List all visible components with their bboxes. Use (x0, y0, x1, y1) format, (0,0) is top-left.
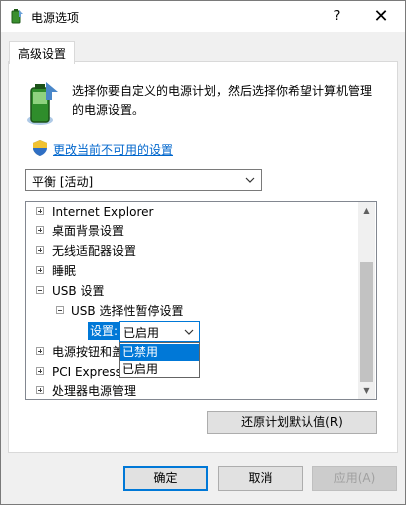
tree-item-label: PCI Express (52, 365, 122, 379)
expand-icon[interactable] (36, 207, 44, 215)
collapse-icon[interactable] (36, 286, 44, 294)
tree-item-label: Internet Explorer (52, 205, 154, 219)
expand-icon[interactable] (36, 347, 44, 355)
description-text: 选择你要自定义的电源计划，然后选择你希望计算机管理的电源设置。 (72, 84, 373, 117)
close-button[interactable]: ✕ (359, 1, 403, 32)
help-button[interactable]: ? (315, 1, 359, 32)
usb-suspend-value-select[interactable]: 已启用 (119, 321, 200, 342)
ok-button[interactable]: 确定 (123, 466, 208, 491)
tree-item-label: USB 选择性暂停设置 (71, 304, 184, 318)
tree-item-label: USB 设置 (52, 284, 105, 298)
restore-defaults-button[interactable]: 还原计划默认值(R) (207, 411, 377, 434)
chevron-down-icon (184, 329, 194, 335)
expand-icon[interactable] (36, 246, 44, 254)
expand-icon[interactable] (36, 367, 44, 375)
title-bar: 电源选项 ? ✕ (1, 1, 405, 32)
expand-icon[interactable] (36, 386, 44, 394)
scroll-up-arrow-icon[interactable]: ▲ (358, 202, 375, 219)
setting-dropdown-list: 已禁用 已启用 (119, 342, 200, 378)
tree-item-label: 无线适配器设置 (52, 244, 137, 258)
setting-label: 设置: (88, 322, 121, 340)
power-options-icon (11, 9, 23, 24)
cancel-button[interactable]: 取消 (218, 466, 303, 491)
window-title: 电源选项 (31, 11, 80, 25)
setting-value: 已启用 (123, 326, 160, 340)
chevron-down-icon (245, 177, 255, 183)
power-plan-select[interactable]: 平衡 [活动] (25, 169, 262, 191)
tree-item-label: 桌面背景设置 (52, 224, 125, 238)
expand-icon[interactable] (36, 266, 44, 274)
tree-item-label: 睡眠 (52, 264, 77, 278)
change-unavailable-settings-link[interactable]: 更改当前不可用的设置 (53, 141, 173, 158)
tree-scrollbar[interactable]: ▲ ▼ (358, 202, 375, 399)
scroll-down-arrow-icon[interactable]: ▼ (358, 382, 375, 399)
scroll-thumb[interactable] (360, 262, 373, 382)
power-plan-value: 平衡 [活动] (32, 175, 94, 189)
collapse-icon[interactable] (56, 306, 64, 314)
tab-advanced-settings[interactable]: 高级设置 (9, 41, 75, 64)
expand-icon[interactable] (36, 226, 44, 234)
uac-shield-icon (33, 140, 47, 156)
apply-button[interactable]: 应用(A) (312, 466, 397, 491)
tree-item-label: 电源按钮和盖 (52, 345, 125, 359)
option-disabled[interactable]: 已禁用 (120, 344, 199, 361)
tree-item-label: 处理器电源管理 (52, 384, 137, 398)
option-enabled[interactable]: 已启用 (120, 361, 199, 378)
battery-icon (27, 82, 58, 125)
